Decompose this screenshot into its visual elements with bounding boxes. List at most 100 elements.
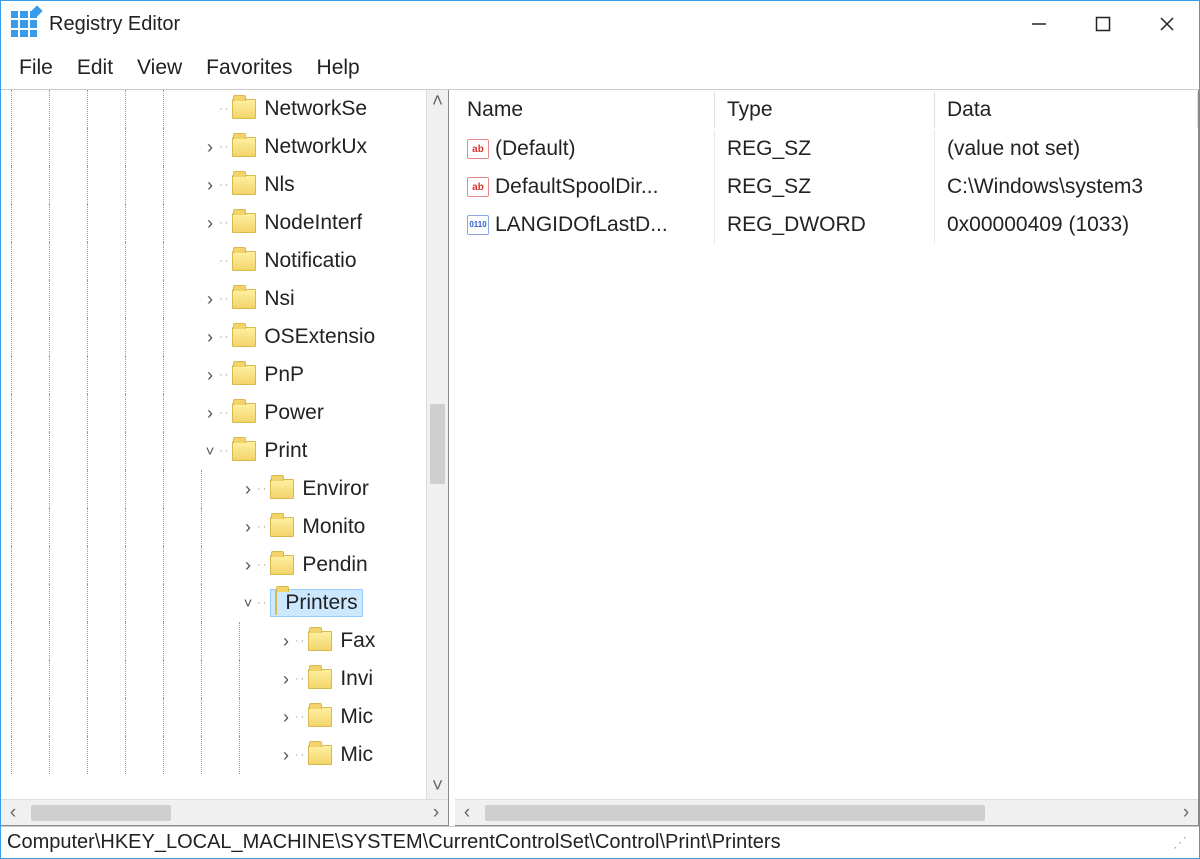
tree-connector: ··: [219, 103, 230, 115]
expand-icon[interactable]: ›: [239, 517, 257, 538]
window-controls: [1007, 1, 1199, 47]
tree-connector: ··: [295, 635, 306, 647]
folder-icon: [308, 707, 332, 727]
scroll-thumb[interactable]: [430, 404, 445, 484]
tree-node[interactable]: ›··Enviror: [1, 470, 426, 508]
tree-node[interactable]: ›··NetworkUx: [1, 128, 426, 166]
maximize-button[interactable]: [1071, 1, 1135, 47]
tree-node[interactable]: ›··Nsi: [1, 280, 426, 318]
status-bar: Computer\HKEY_LOCAL_MACHINE\SYSTEM\Curre…: [1, 826, 1199, 858]
value-type-cell: REG_DWORD: [715, 206, 935, 244]
menu-file[interactable]: File: [7, 52, 65, 84]
scroll-thumb[interactable]: [31, 805, 171, 821]
expand-icon[interactable]: ›: [201, 403, 219, 424]
expand-icon[interactable]: ›: [201, 289, 219, 310]
scroll-thumb[interactable]: [485, 805, 985, 821]
folder-icon: [232, 365, 256, 385]
tree-connector: ··: [257, 559, 268, 571]
tree-node[interactable]: ›··Fax: [1, 622, 426, 660]
folder-icon: [232, 327, 256, 347]
expand-icon[interactable]: ›: [277, 669, 295, 690]
registry-tree[interactable]: ··NetworkSe›··NetworkUx›··Nls›··NodeInte…: [1, 90, 426, 799]
tree-connector: ··: [219, 369, 230, 381]
tree-node[interactable]: ˅··Printers: [1, 584, 426, 622]
tree-node[interactable]: ›··Invi: [1, 660, 426, 698]
folder-icon: [275, 590, 277, 615]
close-button[interactable]: [1135, 1, 1199, 47]
tree-node[interactable]: ›··Mic: [1, 698, 426, 736]
tree-node[interactable]: ˅··Print: [1, 432, 426, 470]
expand-icon[interactable]: ›: [201, 365, 219, 386]
folder-icon: [232, 251, 256, 271]
expand-icon[interactable]: ›: [201, 327, 219, 348]
expand-icon[interactable]: ›: [201, 137, 219, 158]
value-data-cell: (value not set): [935, 130, 1198, 168]
tree-node[interactable]: ·· NetworkSe: [1, 90, 426, 128]
tree-connector: ··: [295, 749, 306, 761]
tree-connector: ··: [219, 331, 230, 343]
scroll-track[interactable]: [25, 805, 424, 821]
tree-node[interactable]: ›·· Pendin: [1, 546, 426, 584]
list-header: Name Type Data: [455, 90, 1198, 130]
resize-grip-icon[interactable]: ⋰: [1173, 834, 1193, 851]
column-type[interactable]: Type: [715, 92, 935, 128]
expand-icon[interactable]: ›: [201, 213, 219, 234]
collapse-icon[interactable]: ˅: [201, 443, 219, 460]
tree-node-label: PnP: [264, 363, 304, 387]
tree-node[interactable]: ›··Monito: [1, 508, 426, 546]
menu-help[interactable]: Help: [305, 52, 372, 84]
value-type-cell: REG_SZ: [715, 130, 935, 168]
tree-node-label: NodeInterf: [264, 211, 362, 235]
tree-node-label: Invi: [340, 667, 373, 691]
value-row[interactable]: 0110LANGIDOfLastD...REG_DWORD0x00000409 …: [455, 206, 1198, 244]
scroll-left-icon[interactable]: ‹: [455, 802, 479, 824]
tree-node-label: NetworkSe: [264, 97, 367, 121]
scroll-track[interactable]: [479, 805, 1174, 821]
menu-favorites[interactable]: Favorites: [194, 52, 304, 84]
collapse-icon[interactable]: ˅: [239, 595, 257, 612]
tree-node[interactable]: ›··Mic: [1, 736, 426, 774]
value-list[interactable]: ab(Default)REG_SZ(value not set)abDefaul…: [455, 130, 1198, 799]
scroll-right-icon[interactable]: ›: [1174, 802, 1198, 824]
expand-icon[interactable]: ›: [239, 555, 257, 576]
tree-node-label: Power: [264, 401, 324, 425]
value-name: (Default): [495, 137, 576, 161]
folder-icon: [232, 137, 256, 157]
tree-node-label: Monito: [302, 515, 365, 539]
value-list-pane: Name Type Data ab(Default)REG_SZ(value n…: [455, 90, 1199, 826]
expand-icon[interactable]: ›: [277, 707, 295, 728]
tree-node[interactable]: ›··Power: [1, 394, 426, 432]
tree-connector: ··: [219, 255, 230, 267]
expand-icon[interactable]: ›: [277, 631, 295, 652]
menu-edit[interactable]: Edit: [65, 52, 125, 84]
expand-icon[interactable]: ›: [201, 175, 219, 196]
expand-icon[interactable]: ›: [277, 745, 295, 766]
folder-icon: [232, 99, 256, 119]
tree-connector: ··: [219, 179, 230, 191]
menu-bar: File Edit View Favorites Help: [1, 47, 1199, 89]
minimize-button[interactable]: [1007, 1, 1071, 47]
tree-node[interactable]: ··Notificatio: [1, 242, 426, 280]
tree-node-label: Nsi: [264, 287, 294, 311]
list-horizontal-scrollbar[interactable]: ‹ ›: [455, 799, 1198, 825]
scroll-track[interactable]: [427, 114, 448, 775]
tree-node[interactable]: ›··NodeInterf: [1, 204, 426, 242]
column-name[interactable]: Name: [455, 92, 715, 128]
tree-node[interactable]: ›··OSExtensio: [1, 318, 426, 356]
tree-node[interactable]: ›·· PnP: [1, 356, 426, 394]
tree-vertical-scrollbar[interactable]: ˄ ˅: [426, 90, 448, 799]
menu-view[interactable]: View: [125, 52, 194, 84]
tree-connector: ··: [295, 711, 306, 723]
tree-node[interactable]: ›··Nls: [1, 166, 426, 204]
column-data[interactable]: Data: [935, 92, 1198, 128]
expand-icon[interactable]: ›: [239, 479, 257, 500]
folder-icon: [232, 289, 256, 309]
tree-node-label: Enviror: [302, 477, 369, 501]
title-bar[interactable]: Registry Editor: [1, 1, 1199, 47]
app-icon: [11, 11, 37, 37]
value-type-cell: REG_SZ: [715, 168, 935, 206]
folder-icon: [308, 745, 332, 765]
tree-node-label: Pendin: [302, 553, 367, 577]
value-row[interactable]: abDefaultSpoolDir...REG_SZC:\Windows\sys…: [455, 168, 1198, 206]
value-row[interactable]: ab(Default)REG_SZ(value not set): [455, 130, 1198, 168]
